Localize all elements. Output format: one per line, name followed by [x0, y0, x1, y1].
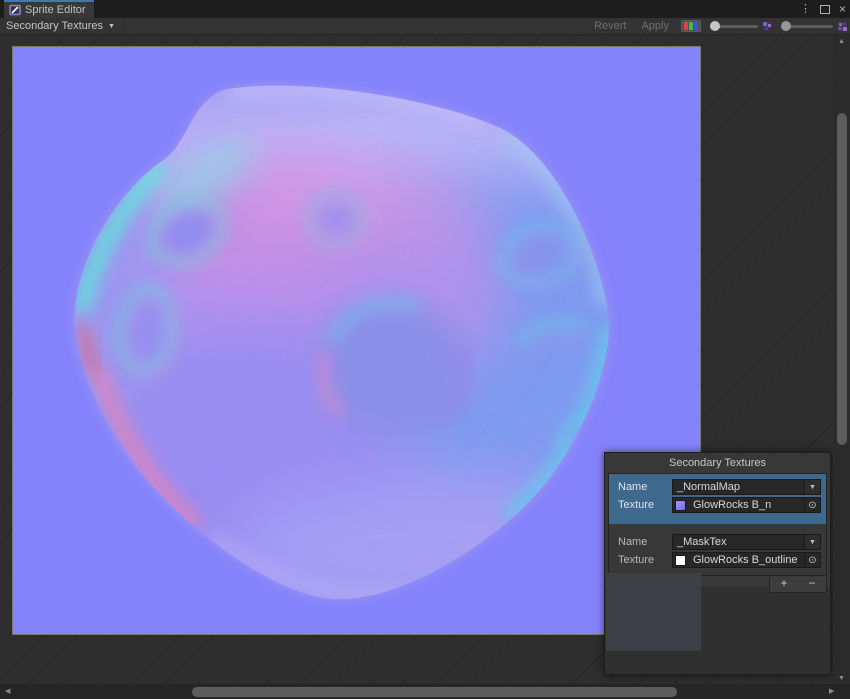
list-item-normalmap[interactable]: Name _NormalMap ▼ Texture GlowRocks B_n [609, 474, 826, 524]
panel-ghost-region [606, 573, 701, 651]
panel-top: Secondary Textures Name _NormalMap ▼ Tex… [605, 453, 830, 587]
chevron-down-icon: ▼ [809, 539, 816, 546]
texture-value: GlowRocks B_n [689, 499, 804, 511]
vertical-scrollbar-thumb[interactable] [837, 113, 847, 445]
mip-slider-knob[interactable] [781, 21, 791, 31]
secondary-textures-panel: Secondary Textures Name _NormalMap ▼ Tex… [604, 452, 831, 675]
name-dropdown-field[interactable]: _NormalMap ▼ [672, 479, 821, 495]
secondary-texture-list: Name _NormalMap ▼ Texture GlowRocks B_n [608, 473, 827, 576]
panel-title: Secondary Textures [605, 453, 830, 473]
tab-title: Sprite Editor [25, 4, 86, 16]
name-value: _MaskTex [673, 536, 804, 548]
red-channel-icon [684, 22, 688, 30]
scroll-down-icon[interactable]: ▼ [838, 675, 845, 682]
texture-row: Texture GlowRocks B_n ⊙ [612, 497, 823, 513]
texture-label: Texture [612, 554, 672, 566]
chevron-down-icon: ▼ [108, 23, 115, 30]
scroll-left-icon[interactable]: ◀ [5, 688, 10, 695]
name-row: Name _NormalMap ▼ [612, 479, 823, 495]
toolbar-right-group: Revert Apply [591, 18, 847, 34]
texture-value: GlowRocks B_outline [689, 554, 804, 566]
scroll-up-icon[interactable]: ▲ [838, 38, 845, 45]
name-dropdown-button[interactable]: ▼ [804, 480, 820, 494]
color-channels-button[interactable] [681, 20, 701, 32]
remove-entry-button[interactable]: − [798, 577, 826, 592]
apply-button[interactable]: Apply [638, 18, 672, 34]
sprite-editor-icon [9, 4, 21, 16]
tab-sprite-editor[interactable]: Sprite Editor [4, 0, 94, 18]
object-picker-icon: ⊙ [808, 500, 816, 511]
window-menu-icon[interactable]: ⋮ [800, 4, 811, 15]
title-bar: Sprite Editor ⋮ × [0, 0, 850, 18]
mip-level-icon [838, 22, 847, 31]
texture-detail-icon [763, 22, 772, 31]
texture-thumbnail [675, 555, 686, 566]
close-icon[interactable]: × [839, 3, 846, 15]
mode-dropdown[interactable]: Secondary Textures ▼ [0, 18, 124, 34]
object-picker-button[interactable]: ⊙ [804, 498, 820, 512]
list-footer: + − [769, 577, 827, 593]
texture-object-field[interactable]: GlowRocks B_outline ⊙ [672, 552, 821, 568]
alpha-slider-knob[interactable] [710, 21, 720, 31]
green-channel-icon [689, 22, 693, 30]
name-row: Name _MaskTex ▼ [612, 534, 823, 550]
texture-row: Texture GlowRocks B_outline ⊙ [612, 552, 823, 568]
mode-dropdown-label: Secondary Textures [6, 20, 103, 32]
horizontal-scrollbar-thumb[interactable] [192, 687, 677, 697]
object-picker-icon: ⊙ [808, 555, 816, 566]
mip-slider[interactable] [781, 18, 833, 34]
maximize-icon[interactable] [820, 5, 830, 14]
texture-label: Texture [612, 499, 672, 511]
sprite-editor-toolbar: Secondary Textures ▼ Revert Apply [0, 18, 850, 35]
scroll-right-icon[interactable]: ▶ [829, 688, 834, 695]
object-picker-button[interactable]: ⊙ [804, 553, 820, 567]
name-label: Name [612, 536, 672, 548]
texture-thumbnail [675, 500, 686, 511]
texture-view[interactable] [13, 47, 700, 634]
chevron-down-icon: ▼ [809, 484, 816, 491]
list-item-masktex[interactable]: Name _MaskTex ▼ Texture GlowRocks B_outl… [609, 530, 826, 575]
name-dropdown-field[interactable]: _MaskTex ▼ [672, 534, 821, 550]
texture-object-field[interactable]: GlowRocks B_n ⊙ [672, 497, 821, 513]
name-value: _NormalMap [673, 481, 804, 493]
name-dropdown-button[interactable]: ▼ [804, 535, 820, 549]
window-controls: ⋮ × [800, 0, 846, 18]
revert-button[interactable]: Revert [591, 18, 629, 34]
add-entry-button[interactable]: + [770, 577, 798, 592]
blue-channel-icon [694, 22, 698, 30]
alpha-slider[interactable] [710, 18, 758, 34]
name-label: Name [612, 481, 672, 493]
normal-map-sprite [13, 47, 700, 634]
